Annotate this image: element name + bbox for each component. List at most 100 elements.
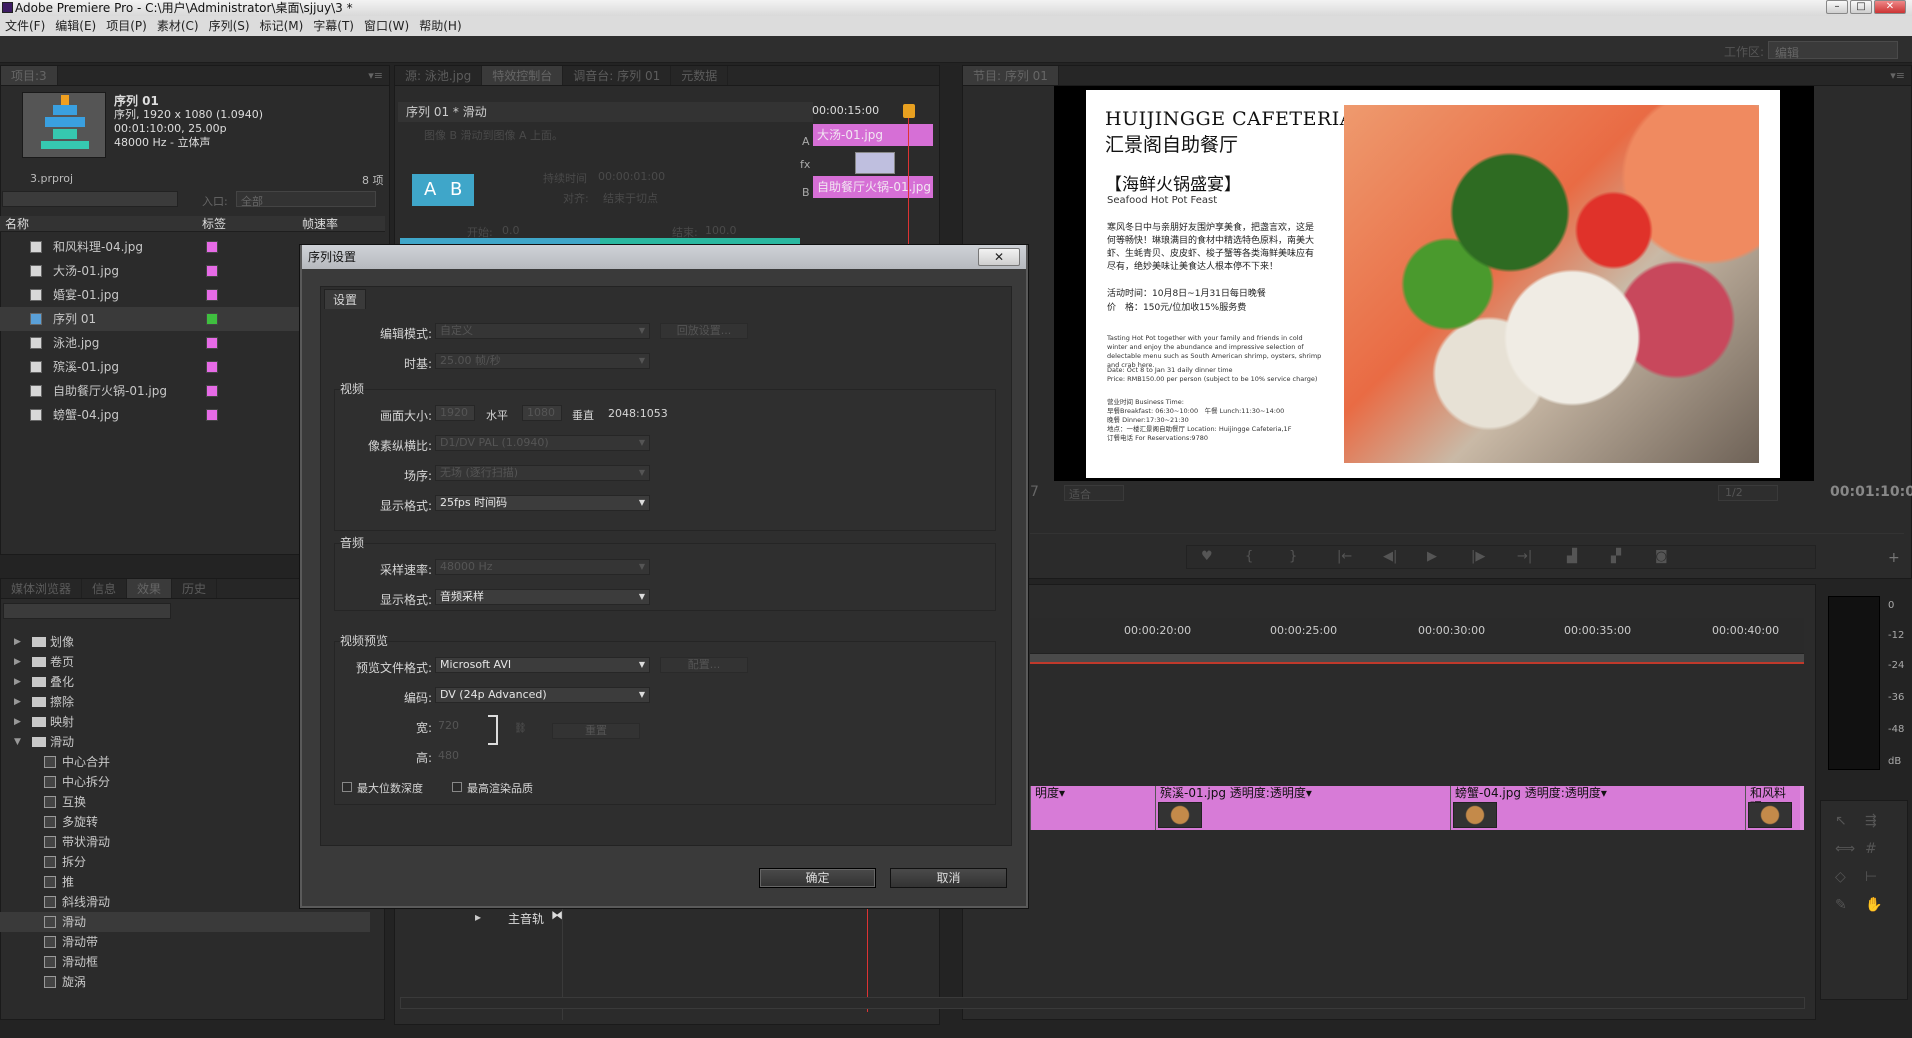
workspace-select[interactable]: 编辑 — [1768, 41, 1898, 60]
master-track-toggle-icon[interactable]: ▸ — [475, 910, 481, 924]
ok-button[interactable]: 确定 — [759, 868, 876, 888]
video-display-format-select[interactable]: 25fps 时间码 ▼ — [435, 495, 650, 511]
razor-tool-icon[interactable]: ◇ — [1835, 869, 1846, 885]
go-to-out-icon[interactable]: →| — [1517, 549, 1532, 564]
menu-project[interactable]: 项目(P) — [101, 16, 152, 36]
hand-tool-icon[interactable]: ✋ — [1865, 897, 1882, 913]
timeline-ruler[interactable]: 00:00:20:00 00:00:25:00 00:00:30:00 00:0… — [1030, 618, 1804, 654]
label-color-swatch[interactable] — [206, 313, 218, 325]
selection-tool-icon[interactable]: ↖ — [1835, 813, 1847, 829]
label-color-swatch[interactable] — [206, 361, 218, 373]
align-select[interactable]: 结束于切点 — [603, 190, 658, 206]
tab-project[interactable]: 项目:3 — [1, 66, 58, 85]
effects-item[interactable]: 滑动带 — [0, 932, 370, 952]
expand-arrow-right-icon[interactable]: ▶ — [14, 692, 21, 712]
label-color-swatch[interactable] — [206, 265, 218, 277]
chain-link-icon[interactable]: ⛓ — [514, 723, 527, 734]
label-color-swatch[interactable] — [206, 289, 218, 301]
column-framerate[interactable]: 帧速率 — [302, 216, 338, 232]
configure-button[interactable]: 配置... — [660, 657, 748, 673]
effects-item[interactable]: 滑动框 — [0, 952, 370, 972]
cancel-button[interactable]: 取消 — [890, 868, 1007, 888]
project-item[interactable]: 序列 01 — [0, 307, 310, 331]
expand-arrow-right-icon[interactable]: ▶ — [14, 652, 21, 672]
mark-in-icon[interactable]: { — [1245, 549, 1253, 564]
timeline-scrollbar[interactable] — [400, 997, 1805, 1009]
play-icon[interactable]: ▶ — [1427, 549, 1437, 564]
start-value[interactable]: 0.0 — [502, 224, 520, 237]
playhead-marker-icon[interactable] — [903, 104, 915, 118]
tab-effect-controls[interactable]: 特效控制台 — [482, 66, 564, 85]
max-render-quality-checkbox[interactable] — [452, 782, 462, 792]
tab-settings[interactable]: 设置 — [324, 289, 366, 309]
menu-help[interactable]: 帮助(H) — [414, 16, 466, 36]
ec-transition-block[interactable] — [855, 152, 895, 174]
project-item[interactable]: 自助餐厅火锅-01.jpg — [0, 379, 310, 403]
menu-clip[interactable]: 素材(C) — [152, 16, 204, 36]
panel-menu-icon[interactable]: ▾≡ — [1890, 69, 1905, 82]
end-value[interactable]: 100.0 — [705, 224, 737, 237]
mark-out-icon[interactable]: } — [1289, 549, 1297, 564]
tab-info[interactable]: 信息 — [82, 579, 128, 598]
tab-program[interactable]: 节目: 序列 01 — [963, 66, 1059, 85]
tab-history[interactable]: 历史 — [172, 579, 218, 598]
timeline-clip[interactable]: 螃蟹-04.jpg 透明度:透明度▾ — [1450, 786, 1745, 830]
expand-arrow-right-icon[interactable]: ▶ — [14, 672, 21, 692]
timeline-clip[interactable]: 和风料理- — [1745, 786, 1800, 830]
step-forward-icon[interactable]: |▶ — [1471, 549, 1485, 564]
playback-settings-button[interactable]: 回放设置... — [660, 323, 748, 339]
project-item[interactable]: 婚宴-01.jpg — [0, 283, 310, 307]
reset-button[interactable]: 重置 — [552, 723, 640, 739]
project-item[interactable]: 和风料理-04.jpg — [0, 235, 310, 259]
label-color-swatch[interactable] — [206, 337, 218, 349]
codec-select[interactable]: DV (24p Advanced) ▼ — [435, 687, 650, 703]
project-item[interactable]: 大汤-01.jpg — [0, 259, 310, 283]
program-mini-timeline[interactable] — [1030, 506, 1904, 534]
label-color-swatch[interactable] — [206, 385, 218, 397]
field-order-select[interactable]: 无场 (逐行扫描) ▼ — [435, 465, 650, 481]
ec-clip-b[interactable]: 自助餐厅火锅-01.jpg — [813, 176, 933, 198]
rolling-edit-tool-icon[interactable]: # — [1865, 841, 1877, 857]
effects-item[interactable]: 旋涡 — [0, 972, 370, 992]
menu-window[interactable]: 窗口(W) — [359, 16, 414, 36]
add-button-icon[interactable]: + — [1888, 550, 1900, 566]
audio-display-format-select[interactable]: 音频采样 ▼ — [435, 589, 650, 605]
tab-effects[interactable]: 效果 — [127, 579, 173, 598]
project-item[interactable]: 泳池.jpg — [0, 331, 310, 355]
duration-value[interactable]: 00:00:01:00 — [598, 170, 665, 183]
track-select-tool-icon[interactable]: ⇶ — [1865, 813, 1877, 829]
effects-item[interactable]: 滑动 — [0, 912, 370, 932]
project-search-input[interactable] — [2, 191, 178, 207]
frame-height-input[interactable]: 1080 — [522, 405, 562, 421]
label-color-swatch[interactable] — [206, 409, 218, 421]
effects-search-input[interactable] — [3, 603, 171, 619]
menu-title[interactable]: 字幕(T) — [308, 16, 359, 36]
project-item[interactable]: 螃蟹-04.jpg — [0, 403, 310, 427]
close-window-button[interactable]: ✕ — [1874, 0, 1906, 14]
menu-edit[interactable]: 编辑(E) — [50, 16, 101, 36]
sample-rate-select[interactable]: 48000 Hz ▼ — [435, 559, 650, 575]
timeline-clip[interactable]: 殡溪-01.jpg 透明度:透明度▾ — [1155, 786, 1450, 830]
lift-icon[interactable]: ▟ — [1567, 549, 1577, 564]
expand-arrow-right-icon[interactable]: ▶ — [14, 632, 21, 652]
max-bit-depth-checkbox[interactable] — [342, 782, 352, 792]
edit-mode-select[interactable]: 自定义 ▼ — [435, 323, 650, 339]
quality-select[interactable]: 1/2 — [1718, 485, 1778, 501]
program-timecode[interactable]: 00:01:10:00 — [1830, 484, 1912, 500]
label-color-swatch[interactable] — [206, 241, 218, 253]
height-input[interactable]: 480 — [438, 749, 459, 762]
work-area-bar[interactable] — [1030, 654, 1804, 664]
panel-menu-icon[interactable]: ▾≡ — [368, 69, 383, 82]
expand-arrow-down-icon[interactable]: ▼ — [14, 732, 21, 752]
menu-sequence[interactable]: 序列(S) — [204, 16, 255, 36]
minimize-button[interactable]: – — [1826, 0, 1848, 14]
fit-select[interactable]: 适合 — [1064, 485, 1124, 501]
dialog-close-button[interactable]: ✕ — [978, 248, 1020, 266]
tab-metadata[interactable]: 元数据 — [671, 66, 729, 85]
width-input[interactable]: 720 — [438, 719, 459, 732]
expand-arrow-right-icon[interactable]: ▶ — [14, 712, 21, 732]
timeline-clip[interactable]: 明度▾ — [1030, 786, 1155, 830]
column-label[interactable]: 标签 — [202, 216, 226, 232]
menu-marker[interactable]: 标记(M) — [255, 16, 309, 36]
tab-source[interactable]: 源: 泳池.jpg — [395, 66, 483, 85]
